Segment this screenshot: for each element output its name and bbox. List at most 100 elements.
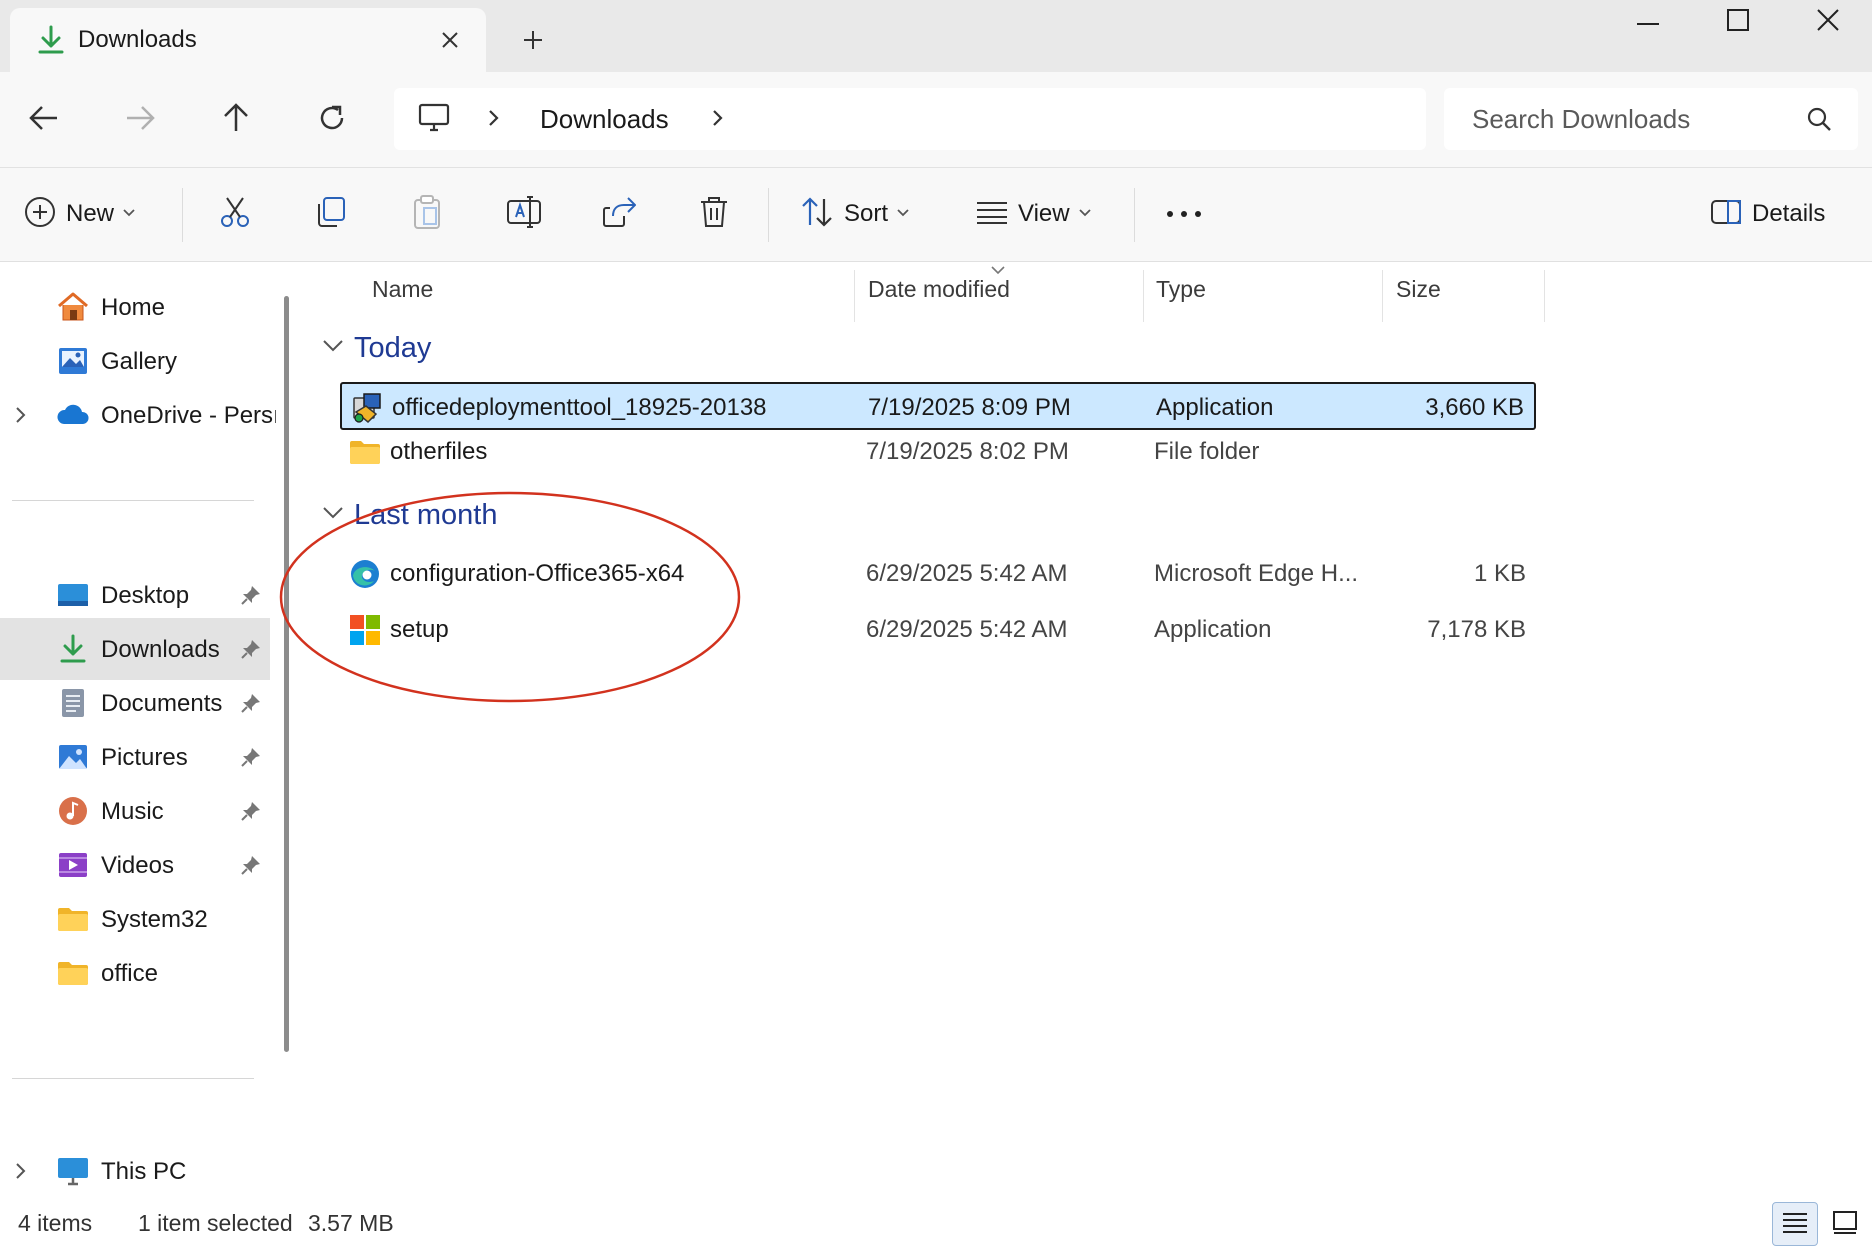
- chevron-right-icon[interactable]: [710, 106, 726, 135]
- maximize-button[interactable]: [1698, 0, 1778, 44]
- chevron-right-icon[interactable]: [486, 106, 502, 135]
- search-icon[interactable]: [1806, 106, 1832, 137]
- address-bar[interactable]: Downloads: [394, 88, 1426, 150]
- sidebar-item-videos[interactable]: Videos: [0, 834, 270, 896]
- tab-downloads[interactable]: Downloads: [10, 8, 486, 72]
- minimize-icon: [1637, 13, 1659, 31]
- sidebar-item-home[interactable]: Home: [0, 276, 270, 338]
- search-input[interactable]: Search Downloads: [1444, 88, 1858, 150]
- paste-button[interactable]: [410, 188, 444, 240]
- folder-icon: [56, 903, 90, 935]
- details-pane-icon: [1710, 198, 1742, 231]
- column-divider[interactable]: [1544, 270, 1545, 322]
- installer-icon: [350, 392, 384, 424]
- column-header-type[interactable]: Type: [1156, 276, 1206, 303]
- cut-button[interactable]: [218, 188, 252, 240]
- refresh-icon: [317, 103, 347, 138]
- sidebar-item-this-pc[interactable]: This PC: [0, 1140, 270, 1200]
- sidebar-item-label: Desktop: [101, 582, 190, 609]
- copy-button[interactable]: [314, 188, 348, 240]
- share-button[interactable]: [602, 188, 637, 240]
- status-bar: 4 items 1 item selected 3.57 MB: [0, 1200, 1872, 1246]
- chevron-down-icon: [322, 339, 344, 358]
- sidebar-item-label: Videos: [101, 852, 174, 879]
- pin-icon[interactable]: [240, 746, 262, 773]
- up-button[interactable]: [212, 96, 260, 144]
- file-date-modified: 6/29/2025 5:42 AM: [866, 560, 1068, 587]
- pin-icon[interactable]: [240, 800, 262, 827]
- file-type: File folder: [1154, 438, 1260, 465]
- file-date-modified: 7/19/2025 8:09 PM: [868, 394, 1071, 421]
- close-tab-icon[interactable]: [432, 22, 468, 58]
- file-size: 3,660 KB: [1425, 394, 1524, 421]
- refresh-button[interactable]: [308, 96, 356, 144]
- column-divider[interactable]: [854, 270, 855, 322]
- chevron-right-icon[interactable]: [14, 404, 28, 431]
- home-icon: [56, 291, 90, 323]
- sidebar-item-pictures[interactable]: Pictures: [0, 726, 270, 788]
- file-row[interactable]: officedeploymenttool_18925-20138 7/19/20…: [340, 382, 1536, 430]
- forward-button[interactable]: [116, 96, 164, 144]
- folder-icon: [56, 957, 90, 989]
- column-header-date-modified[interactable]: Date modified: [868, 276, 1010, 303]
- search-placeholder: Search Downloads: [1472, 104, 1691, 134]
- sidebar-item-label: Home: [101, 294, 166, 321]
- file-row[interactable]: otherfiles 7/19/2025 8:02 PM File folder: [340, 428, 1536, 476]
- sidebar-item-downloads[interactable]: Downloads: [0, 618, 270, 680]
- annotation-ellipse: [279, 491, 741, 703]
- column-header-name[interactable]: Name: [372, 276, 433, 303]
- group-header-today[interactable]: Today: [322, 332, 431, 365]
- pin-icon[interactable]: [240, 692, 262, 719]
- sidebar-item-documents[interactable]: Documents: [0, 672, 270, 734]
- pictures-icon: [56, 741, 90, 773]
- sidebar-item-system32[interactable]: System32: [0, 888, 270, 950]
- close-icon: [1817, 8, 1839, 36]
- more-options-button[interactable]: [1166, 188, 1202, 240]
- new-label: New: [66, 200, 115, 227]
- breadcrumb-downloads[interactable]: Downloads: [540, 104, 669, 135]
- music-icon: [56, 795, 90, 827]
- sidebar-item-gallery[interactable]: Gallery: [0, 330, 270, 392]
- close-window-button[interactable]: [1788, 0, 1868, 44]
- column-header-size[interactable]: Size: [1396, 276, 1441, 303]
- group-label: Today: [354, 332, 432, 364]
- pin-icon[interactable]: [240, 584, 262, 611]
- folder-icon: [348, 436, 382, 468]
- sidebar-item-music[interactable]: Music: [0, 780, 270, 842]
- new-tab-button[interactable]: [515, 22, 551, 58]
- view-button[interactable]: View: [976, 188, 1092, 240]
- paste-icon: [410, 194, 444, 235]
- rename-button[interactable]: [506, 188, 542, 240]
- details-view-button[interactable]: [1772, 1202, 1818, 1246]
- sort-button[interactable]: Sort: [800, 188, 910, 240]
- sidebar-item-label: Pictures: [101, 744, 188, 771]
- view-label: View: [1018, 200, 1070, 227]
- chevron-right-icon[interactable]: [14, 1160, 28, 1187]
- gallery-icon: [56, 345, 90, 377]
- sidebar-item-onedrive[interactable]: OneDrive - Persı: [0, 384, 276, 446]
- new-icon: [24, 196, 56, 233]
- monitor-icon[interactable]: [418, 102, 450, 139]
- back-button[interactable]: [20, 96, 68, 144]
- delete-button[interactable]: [698, 188, 730, 240]
- more-icon: [1166, 205, 1202, 223]
- new-button[interactable]: New: [24, 188, 136, 240]
- large-icons-view-button[interactable]: [1822, 1202, 1868, 1246]
- sidebar-item-label: This PC: [101, 1158, 187, 1185]
- sidebar-item-desktop[interactable]: Desktop: [0, 564, 270, 626]
- sort-label: Sort: [844, 200, 889, 227]
- column-divider[interactable]: [1382, 270, 1383, 322]
- column-divider[interactable]: [1143, 270, 1144, 322]
- file-date-modified: 6/29/2025 5:42 AM: [866, 616, 1068, 643]
- minimize-button[interactable]: [1608, 0, 1688, 44]
- pin-icon[interactable]: [240, 854, 262, 881]
- file-type: Microsoft Edge H...: [1154, 560, 1359, 587]
- sidebar-item-office[interactable]: office: [0, 942, 270, 1004]
- details-pane-button[interactable]: Details: [1710, 188, 1825, 240]
- cloud-icon: [56, 399, 90, 431]
- sidebar-item-label: Downloads: [101, 636, 220, 663]
- command-bar: New Sort View Details: [0, 168, 1872, 262]
- sidebar-item-label: Gallery: [101, 348, 178, 375]
- sort-icon: [800, 196, 834, 233]
- pin-icon[interactable]: [240, 638, 262, 665]
